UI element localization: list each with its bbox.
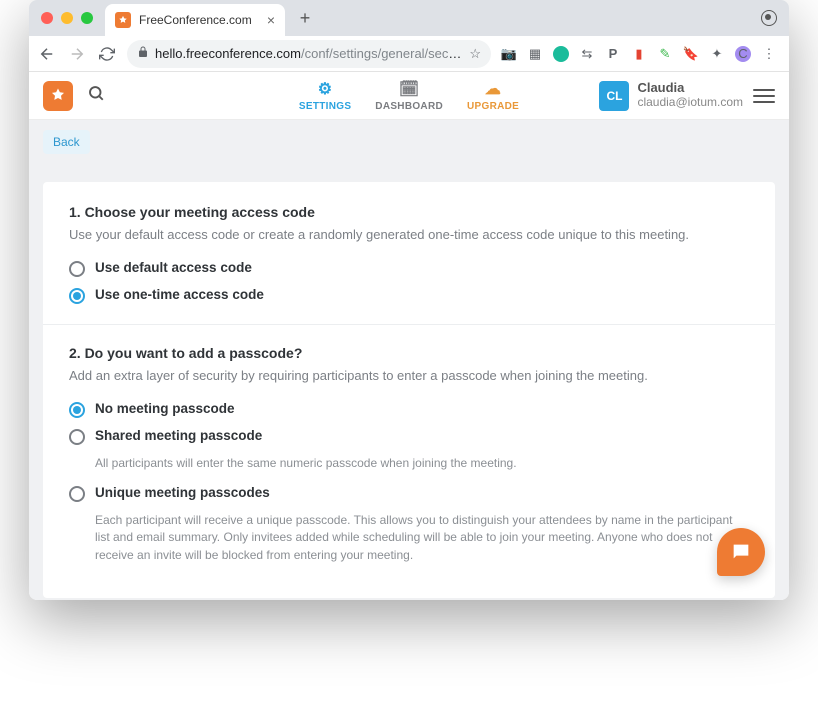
kebab-menu-icon[interactable]: ⋮ bbox=[761, 46, 777, 62]
radio-onetime-access[interactable]: Use one-time access code bbox=[69, 287, 749, 304]
nav-dashboard[interactable]: 🗓 DASHBOARD bbox=[375, 79, 443, 112]
radio-label: Use one-time access code bbox=[95, 287, 264, 302]
nav-dashboard-label: DASHBOARD bbox=[375, 101, 443, 112]
user-menu[interactable]: CL Claudia claudia@iotum.com bbox=[599, 81, 743, 111]
ext-pinterest-icon[interactable]: P bbox=[605, 46, 621, 62]
chat-icon bbox=[730, 541, 752, 563]
window-maximize[interactable] bbox=[81, 12, 93, 24]
chat-fab[interactable] bbox=[717, 528, 765, 576]
app-logo[interactable] bbox=[43, 81, 73, 111]
extension-icons: 📷 ▦ ⇆ P ▮ ✎ 🔖 ✦ C ⋮ bbox=[501, 46, 781, 62]
ext-grid-icon[interactable]: ▦ bbox=[527, 46, 543, 62]
radio-label: Shared meeting passcode bbox=[95, 428, 262, 443]
radio-help-shared: All participants will enter the same num… bbox=[95, 455, 749, 472]
ext-todoist-icon[interactable]: ▮ bbox=[631, 46, 647, 62]
tab-title: FreeConference.com bbox=[139, 13, 252, 27]
profile-avatar[interactable]: C bbox=[735, 46, 751, 62]
calendar-icon: 🗓 bbox=[399, 79, 420, 99]
back-icon[interactable] bbox=[37, 45, 57, 63]
tab-favicon bbox=[115, 12, 131, 28]
gear-icon: ⚙ bbox=[318, 79, 333, 99]
ext-bookmark-icon[interactable]: 🔖 bbox=[683, 46, 699, 62]
radio-no-passcode[interactable]: No meeting passcode bbox=[69, 401, 749, 418]
window-minimize[interactable] bbox=[61, 12, 73, 24]
ext-sync-icon[interactable]: ⇆ bbox=[579, 46, 595, 62]
radio-icon bbox=[69, 288, 85, 304]
radio-default-access[interactable]: Use default access code bbox=[69, 260, 749, 277]
browser-tab-strip: FreeConference.com × + bbox=[29, 0, 789, 36]
content-area: 1. Choose your meeting access code Use y… bbox=[29, 164, 789, 600]
divider bbox=[43, 324, 775, 325]
section1-desc: Use your default access code or create a… bbox=[69, 226, 749, 244]
radio-shared-passcode[interactable]: Shared meeting passcode bbox=[69, 428, 749, 445]
radio-label: Use default access code bbox=[95, 260, 252, 275]
radio-icon bbox=[69, 402, 85, 418]
window-controls bbox=[41, 12, 93, 24]
radio-help-unique: Each participant will receive a unique p… bbox=[95, 512, 749, 564]
hamburger-menu-icon[interactable] bbox=[753, 85, 775, 107]
section1-title: 1. Choose your meeting access code bbox=[69, 204, 749, 220]
browser-tab[interactable]: FreeConference.com × bbox=[105, 4, 285, 36]
tab-overview-icon[interactable] bbox=[761, 10, 777, 26]
nav-settings-label: SETTINGS bbox=[299, 101, 351, 112]
browser-toolbar: hello.freeconference.com/conf/settings/g… bbox=[29, 36, 789, 72]
main-nav: ⚙ SETTINGS 🗓 DASHBOARD ☁ UPGRADE bbox=[299, 79, 519, 112]
back-button[interactable]: Back bbox=[43, 130, 90, 154]
window-close[interactable] bbox=[41, 12, 53, 24]
radio-icon bbox=[69, 261, 85, 277]
ext-feather-icon[interactable]: ✎ bbox=[657, 46, 673, 62]
ext-puzzle-icon[interactable]: ✦ bbox=[709, 46, 725, 62]
url-text: hello.freeconference.com/conf/settings/g… bbox=[155, 46, 463, 61]
reload-icon[interactable] bbox=[97, 46, 117, 62]
radio-label: Unique meeting passcodes bbox=[95, 485, 270, 500]
radio-unique-passcode[interactable]: Unique meeting passcodes bbox=[69, 485, 749, 502]
ext-camera-icon[interactable]: 📷 bbox=[501, 46, 517, 62]
search-icon[interactable] bbox=[87, 84, 105, 107]
section2-title: 2. Do you want to add a passcode? bbox=[69, 345, 749, 361]
star-icon[interactable]: ☆ bbox=[469, 46, 481, 62]
lock-icon bbox=[137, 46, 149, 61]
radio-icon bbox=[69, 486, 85, 502]
app-header: ⚙ SETTINGS 🗓 DASHBOARD ☁ UPGRADE CL Clau… bbox=[29, 72, 789, 120]
user-name: Claudia bbox=[637, 81, 743, 96]
nav-upgrade[interactable]: ☁ UPGRADE bbox=[467, 79, 519, 112]
nav-upgrade-label: UPGRADE bbox=[467, 101, 519, 112]
tab-close-icon[interactable]: × bbox=[267, 12, 275, 28]
radio-icon bbox=[69, 429, 85, 445]
settings-card: 1. Choose your meeting access code Use y… bbox=[43, 182, 775, 598]
back-bar: Back bbox=[29, 120, 789, 164]
section2-desc: Add an extra layer of security by requir… bbox=[69, 367, 749, 385]
new-tab-button[interactable]: + bbox=[293, 8, 317, 29]
user-email: claudia@iotum.com bbox=[637, 96, 743, 110]
cloud-up-icon: ☁ bbox=[485, 79, 501, 99]
nav-settings[interactable]: ⚙ SETTINGS bbox=[299, 79, 351, 112]
user-avatar: CL bbox=[599, 81, 629, 111]
ext-green-icon[interactable] bbox=[553, 46, 569, 62]
radio-label: No meeting passcode bbox=[95, 401, 235, 416]
forward-icon bbox=[67, 45, 87, 63]
address-bar[interactable]: hello.freeconference.com/conf/settings/g… bbox=[127, 40, 491, 68]
